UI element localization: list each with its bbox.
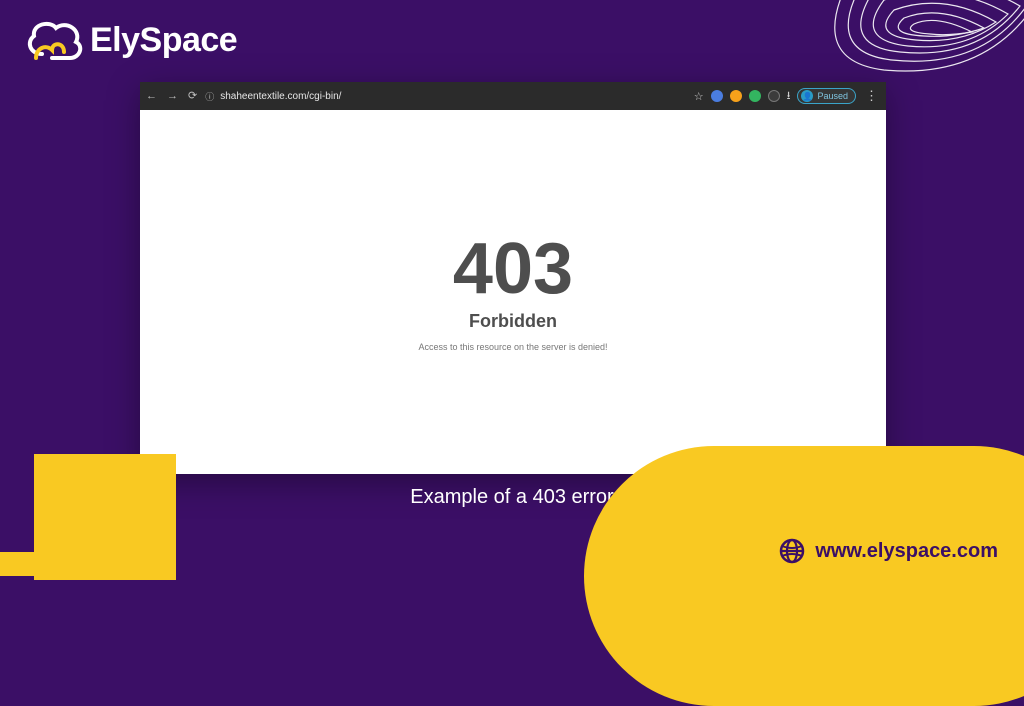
error-message: Access to this resource on the server is…: [418, 342, 607, 352]
download-icon[interactable]: ⭳: [787, 87, 791, 106]
forward-icon[interactable]: →: [167, 91, 178, 102]
profile-avatar-icon: 👤: [801, 90, 813, 102]
address-bar[interactable]: ⓘ shaheentextile.com/cgi-bin/: [205, 90, 341, 103]
extension-icon[interactable]: [711, 90, 723, 102]
footer-link[interactable]: www.elyspace.com: [779, 538, 998, 564]
globe-icon: [779, 538, 805, 564]
bookmark-icon[interactable]: ☆: [694, 90, 704, 103]
brand-logo: ElySpace: [22, 18, 237, 62]
page-content: 403 Forbidden Access to this resource on…: [140, 110, 886, 474]
decorative-strip: [0, 552, 112, 576]
extensions-puzzle-icon[interactable]: [768, 90, 780, 102]
browser-window: ← → ⟳ ⓘ shaheentextile.com/cgi-bin/ ☆ ⭳ …: [140, 82, 886, 474]
extension-icon[interactable]: [730, 90, 742, 102]
brand-name: ElySpace: [90, 21, 237, 60]
decorative-curve: [584, 446, 1024, 706]
browser-toolbar: ← → ⟳ ⓘ shaheentextile.com/cgi-bin/ ☆ ⭳ …: [140, 82, 886, 110]
error-code: 403: [453, 233, 573, 305]
url-text: shaheentextile.com/cgi-bin/: [220, 91, 341, 102]
reload-icon[interactable]: ⟳: [188, 91, 197, 102]
error-title: Forbidden: [469, 311, 557, 332]
profile-chip[interactable]: 👤 Paused: [797, 88, 856, 104]
footer-url: www.elyspace.com: [815, 540, 998, 563]
menu-icon[interactable]: ⋮: [863, 88, 880, 104]
site-info-icon: ⓘ: [205, 90, 214, 103]
cloud-icon: [22, 18, 84, 62]
extension-icon[interactable]: [749, 90, 761, 102]
back-icon[interactable]: ←: [146, 91, 157, 102]
profile-status: Paused: [817, 91, 848, 101]
